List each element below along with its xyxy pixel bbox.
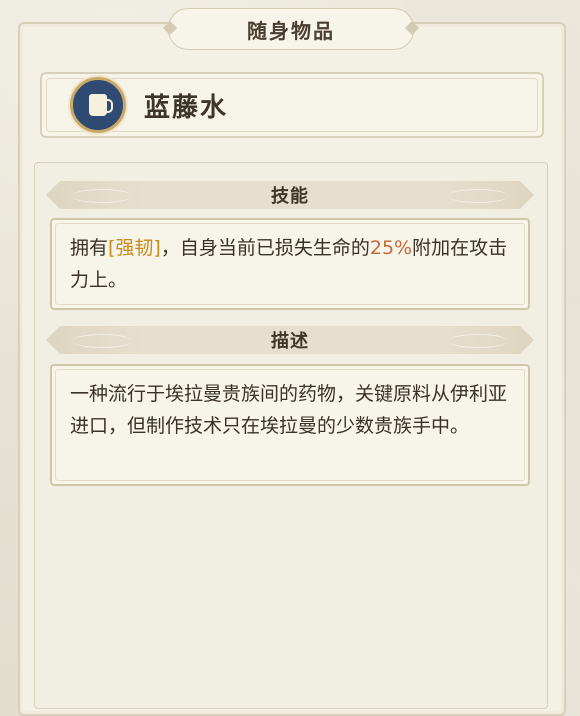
skill-text-box: 拥有[强韧]，自身当前已损失生命的25%附加在攻击力上。 xyxy=(50,218,530,310)
skill-keyword: [强韧] xyxy=(108,237,161,259)
description-text-box: 一种流行于埃拉曼贵族间的药物，关键原料从伊利亚进口，但制作技术只在埃拉曼的少数贵… xyxy=(50,364,530,486)
item-name: 蓝藤水 xyxy=(144,92,229,123)
ornament-right xyxy=(448,189,508,203)
skill-value: 25% xyxy=(369,237,413,259)
description-section-header: 描述 xyxy=(46,326,534,354)
panel-title: 随身物品 xyxy=(247,18,335,43)
cup-shape xyxy=(89,94,113,116)
description-label: 描述 xyxy=(271,331,309,352)
skill-label: 技能 xyxy=(271,186,309,207)
description-text: 一种流行于埃拉曼贵族间的药物，关键原料从伊利亚进口，但制作技术只在埃拉曼的少数贵… xyxy=(70,383,508,437)
cup-icon xyxy=(70,77,126,133)
item-row[interactable]: 蓝藤水 xyxy=(40,72,544,138)
ornament-left xyxy=(72,334,132,348)
ornament-right xyxy=(448,334,508,348)
ornament-left xyxy=(72,189,132,203)
skill-text-box-border xyxy=(55,223,525,305)
panel-header-tab: 随身物品 xyxy=(168,8,414,50)
skill-section-header: 技能 xyxy=(46,181,534,209)
skill-text-middle: ，自身当前已损失生命的 xyxy=(160,237,370,259)
skill-text-before: 拥有 xyxy=(70,237,109,259)
